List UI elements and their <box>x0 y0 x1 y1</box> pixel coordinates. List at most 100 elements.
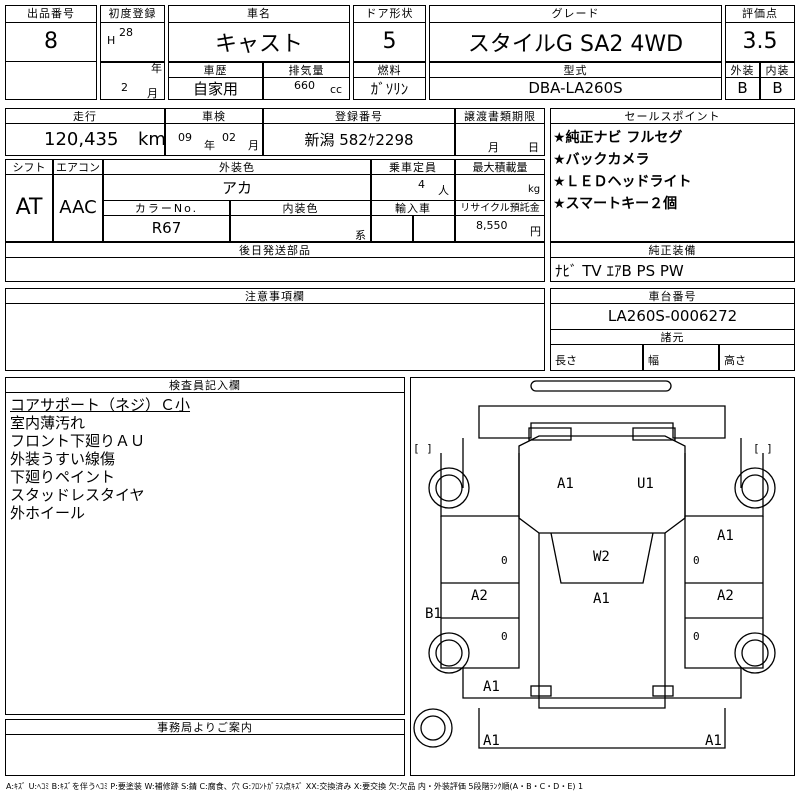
registration-number-label: 登録番号 <box>263 108 455 124</box>
car-damage-diagram: A1 U1 W2 A1 A2 A2 A1 B1 A1 A1 A1 0 0 0 0… <box>413 380 776 749</box>
damage-mark: U1 <box>637 476 654 492</box>
color-number-value: R67 <box>103 215 230 242</box>
exterior-color-label: 外装色 <box>103 159 371 175</box>
first-registration-box: H 28 年 <box>100 22 165 75</box>
damage-mark: A1 <box>483 733 500 749</box>
recycle-deposit-unit: 円 <box>530 225 541 238</box>
damage-mark: B1 <box>425 606 442 622</box>
recycle-deposit-value: 8,550 <box>476 219 508 232</box>
capacity-value: 4 <box>418 178 425 191</box>
office-notice-box <box>5 734 405 776</box>
displacement-unit: cc <box>330 83 343 96</box>
car-name-label: 車名 <box>168 5 350 23</box>
registration-month: 2 <box>121 81 128 94</box>
damage-mark: 0 <box>501 554 508 567</box>
damage-mark: W2 <box>593 549 610 565</box>
interior-label: 内装 <box>760 62 795 78</box>
auction-sheet: 出品番号 8 初度登録 H 28 年 車名 キャスト ドア形状 5 グレード ス… <box>0 0 800 800</box>
color-number-label: カラーNo. <box>103 200 230 216</box>
sales-point-item: ★純正ナビ フルセグ <box>553 130 683 146</box>
transfer-day-unit: 日 <box>528 141 539 154</box>
aircon-value: AAC <box>53 174 103 242</box>
inspector-note-line: 下廻りペイント <box>10 468 116 486</box>
width-label: 幅 <box>648 354 659 367</box>
fuel-value: ｶﾞｿﾘﾝ <box>353 77 426 100</box>
bracket-left: [ ] <box>413 442 433 455</box>
sales-points-label: セールスポイント <box>550 108 795 124</box>
exterior-grade: B <box>725 77 760 100</box>
score-value: 3.5 <box>725 22 795 62</box>
model-value: DBA-LA260S <box>429 77 722 100</box>
recycle-deposit-box: 8,550 円 <box>455 215 545 242</box>
inspection-box: 09 年 02 月 <box>165 123 263 156</box>
capacity-box: 4 人 <box>371 174 455 201</box>
length-cell: 長さ <box>550 344 643 371</box>
score-label: 評価点 <box>725 5 795 23</box>
inspector-note-line: フロント下廻りＡＵ <box>10 432 146 450</box>
later-parts-box <box>5 257 545 282</box>
car-diagram-frame: A1 U1 W2 A1 A2 A2 A1 B1 A1 A1 A1 0 0 0 0… <box>410 377 795 776</box>
inspector-note-line: 外ホイール <box>10 504 86 522</box>
chassis-number-value: LA260S-0006272 <box>550 303 795 330</box>
damage-mark: A1 <box>483 679 500 695</box>
door-type-label: ドア形状 <box>353 5 426 23</box>
shift-value: AT <box>5 174 53 242</box>
damage-mark: A1 <box>717 528 734 544</box>
history-label: 車歴 <box>168 62 263 78</box>
damage-mark: 0 <box>693 554 700 567</box>
fuel-label: 燃料 <box>353 62 426 78</box>
inspector-notes-box: コアサポート（ネジ）Ｃ小 室内薄汚れ フロント下廻りＡＵ 外装うすい線傷 下廻り… <box>5 392 405 715</box>
displacement-label: 排気量 <box>263 62 350 78</box>
chassis-number-label: 車台番号 <box>550 288 795 304</box>
notes-label: 注意事項欄 <box>5 288 545 304</box>
width-cell: 幅 <box>643 344 719 371</box>
shift-label: シフト <box>5 159 53 175</box>
inspection-month-unit: 月 <box>248 139 259 152</box>
registration-year: 28 <box>119 26 133 39</box>
transfer-deadline-label: 譲渡書類期限 <box>455 108 545 124</box>
capacity-label: 乗車定員 <box>371 159 455 175</box>
dimensions-label: 諸元 <box>550 329 795 345</box>
sales-point-item: ★バックカメラ <box>553 152 650 168</box>
legend-text: A:ｷｽﾞ U:ﾍｺﾐ B:ｷｽﾞを伴うﾍｺﾐ P:要塗装 W:補修跡 S:錆 … <box>6 782 584 791</box>
inspection-label: 車検 <box>165 108 263 124</box>
damage-mark: A2 <box>471 588 488 604</box>
import-box-b <box>413 215 455 242</box>
damage-mark: A1 <box>557 476 574 492</box>
grade-label: グレード <box>429 5 722 23</box>
inspection-year: 09 <box>178 131 192 144</box>
capacity-unit: 人 <box>438 184 449 197</box>
inspector-notes-label: 検査員記入欄 <box>5 377 405 393</box>
height-label: 高さ <box>724 354 746 367</box>
damage-mark: 0 <box>501 630 508 643</box>
damage-mark: A1 <box>593 591 610 607</box>
mileage-value: 120,435 <box>44 129 119 150</box>
equipment-value: ﾅﾋﾞ TV ｴｱB PS PW <box>550 257 795 282</box>
month-unit: 月 <box>147 87 158 100</box>
transfer-month-unit: 月 <box>488 141 499 154</box>
door-type-value: 5 <box>353 22 426 62</box>
interior-color-label: 内装色 <box>230 200 371 216</box>
office-notice-label: 事務局よりご案内 <box>5 719 405 735</box>
inspector-note-line: コアサポート（ネジ）Ｃ小 <box>10 396 191 414</box>
interior-color-unit: 系 <box>355 229 366 242</box>
displacement-value: 660 <box>294 79 315 92</box>
aircon-label: エアコン <box>53 159 103 175</box>
mileage-box: 120,435 km <box>5 123 166 156</box>
displacement-box: 660 cc <box>263 77 350 100</box>
bracket-right: [ ] <box>753 442 773 455</box>
grade-value: スタイルG SA2 4WD <box>429 22 722 62</box>
month-box: 2 月 <box>100 62 165 100</box>
length-label: 長さ <box>555 354 577 367</box>
model-label: 型式 <box>429 62 722 78</box>
max-load-box: kg <box>455 174 545 201</box>
import-label: 輸入車 <box>371 200 455 216</box>
lot-number-label: 出品番号 <box>5 5 97 23</box>
recycle-deposit-label: リサイクル預託金 <box>455 200 545 216</box>
max-load-label: 最大積載量 <box>455 159 545 175</box>
equipment-label: 純正装備 <box>550 242 795 258</box>
registration-number-value: 新潟 582ｹ2298 <box>263 123 455 156</box>
sales-point-item: ★ＬＥＤヘッドライト <box>553 174 692 190</box>
inspector-note-line: 室内薄汚れ <box>10 414 86 432</box>
damage-mark: A2 <box>717 588 734 604</box>
